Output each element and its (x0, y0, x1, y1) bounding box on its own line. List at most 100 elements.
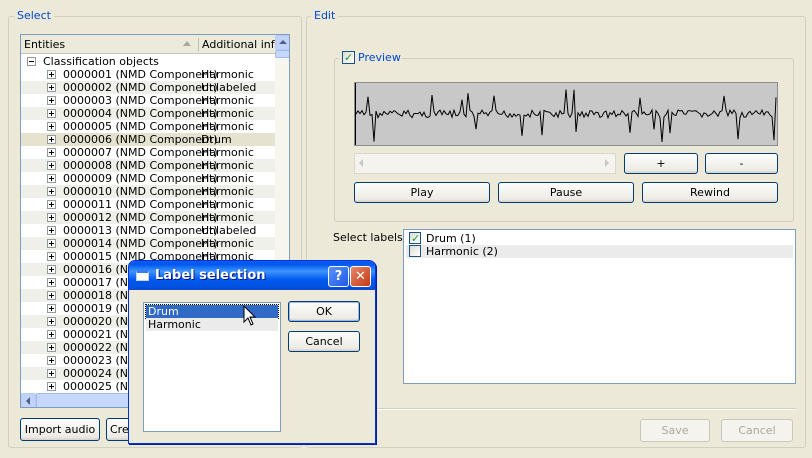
table-row[interactable]: 0000003 (NMD Component) Harmonic (21, 94, 275, 107)
row-additional-info: Unlabeled (201, 81, 257, 94)
row-entity-name: 0000002 (NMD Component) (63, 81, 218, 94)
label-harmonic-text: Harmonic (2) (426, 245, 498, 258)
plus-expander-icon[interactable] (47, 343, 56, 352)
zoom-out-button[interactable]: - (705, 153, 778, 174)
table-row[interactable]: 0000012 (NMD Component) Harmonic (21, 211, 275, 224)
column-header-entities[interactable]: Entities (21, 35, 197, 54)
table-row[interactable]: 0000005 (NMD Component) Harmonic (21, 120, 275, 133)
play-button[interactable]: Play (354, 182, 490, 203)
row-additional-info: Harmonic (201, 159, 254, 172)
plus-expander-icon[interactable] (47, 161, 56, 170)
select-group-title: Select (14, 9, 54, 22)
plus-expander-icon[interactable] (47, 109, 56, 118)
plus-expander-icon[interactable] (47, 83, 56, 92)
minus-expander-icon[interactable] (27, 57, 36, 66)
plus-expander-icon[interactable] (47, 200, 56, 209)
plus-expander-icon[interactable] (47, 252, 56, 261)
label-list[interactable]: Drum Harmonic (143, 302, 281, 432)
label-item-harmonic[interactable]: Harmonic (2) (406, 245, 793, 258)
scroll-right-icon (605, 159, 609, 167)
table-row[interactable]: 0000010 (NMD Component) Harmonic (21, 185, 275, 198)
column-header-additional-info[interactable]: Additional infor (199, 35, 275, 54)
scroll-left-icon (359, 159, 363, 167)
scroll-left-icon (26, 397, 30, 405)
plus-expander-icon[interactable] (47, 369, 56, 378)
label-harmonic-checkbox[interactable] (409, 245, 421, 257)
row-additional-info: Harmonic (201, 172, 254, 185)
label-selection-dialog[interactable]: Label selection ? ✕ Drum Harmonic OK Can… (128, 260, 376, 444)
waveform-scroll-right-button[interactable] (600, 154, 615, 173)
plus-expander-icon[interactable] (47, 226, 56, 235)
waveform-view[interactable] (354, 82, 778, 146)
plus-expander-icon[interactable] (47, 330, 56, 339)
waveform-scroll-left-button[interactable] (355, 154, 370, 173)
table-row[interactable]: 0000007 (NMD Component) Harmonic (21, 146, 275, 159)
plus-expander-icon[interactable] (47, 135, 56, 144)
scroll-up-button[interactable] (275, 35, 289, 50)
label-drum-checkbox[interactable]: ✓ (409, 232, 421, 245)
plus-expander-icon[interactable] (47, 317, 56, 326)
zoom-in-button[interactable]: + (624, 153, 698, 174)
labels-checklist[interactable]: ✓ Drum (1) Harmonic (2) (403, 229, 796, 384)
table-row[interactable]: 0000004 (NMD Component) Harmonic (21, 107, 275, 120)
table-row[interactable]: 0000002 (NMD Component) Unlabeled (21, 81, 275, 94)
row-entity-name: 0000012 (NMD Component) (63, 211, 218, 224)
waveform-plot (355, 83, 777, 145)
edit-separator (320, 408, 796, 410)
tree-root-row[interactable]: Classification objects (21, 55, 275, 68)
table-row[interactable]: 0000013 (NMD Component) Unlabeled (21, 224, 275, 237)
plus-expander-icon[interactable] (47, 122, 56, 131)
table-row[interactable]: 0000006 (NMD Component) Drum (21, 133, 275, 146)
tree-root-label: Classification objects (43, 55, 159, 68)
row-additional-info: Drum (201, 133, 232, 146)
row-additional-info: Harmonic (201, 211, 254, 224)
scroll-left-button[interactable] (21, 393, 36, 407)
table-row[interactable]: 0000014 (NMD Component) Harmonic (21, 237, 275, 250)
plus-expander-icon[interactable] (47, 291, 56, 300)
plus-expander-icon[interactable] (47, 187, 56, 196)
waveform-line (355, 89, 777, 142)
plus-expander-icon[interactable] (47, 96, 56, 105)
dialog-title: Label selection (155, 268, 266, 283)
plus-expander-icon[interactable] (47, 356, 56, 365)
plus-expander-icon[interactable] (47, 148, 56, 157)
dialog-cancel-button[interactable]: Cancel (288, 331, 360, 352)
preview-label: Preview (358, 51, 401, 64)
dialog-ok-button[interactable]: OK (288, 301, 360, 322)
table-row[interactable]: 0000008 (NMD Component) Harmonic (21, 159, 275, 172)
plus-expander-icon[interactable] (47, 382, 56, 391)
plus-expander-icon[interactable] (47, 70, 56, 79)
row-entity-name: 0000013 (NMD Component) (63, 224, 218, 237)
plus-expander-icon[interactable] (47, 213, 56, 222)
plus-expander-icon[interactable] (47, 265, 56, 274)
label-list-item-harmonic[interactable]: Harmonic (146, 318, 278, 331)
table-row[interactable]: 0000011 (NMD Component) Harmonic (21, 198, 275, 211)
rewind-button[interactable]: Rewind (642, 182, 778, 203)
help-button[interactable]: ? (328, 266, 349, 287)
table-row[interactable]: 0000001 (NMD Component) Harmonic (21, 68, 275, 81)
plus-expander-icon[interactable] (47, 278, 56, 287)
pause-button[interactable]: Pause (498, 182, 634, 203)
close-button[interactable]: ✕ (350, 266, 371, 287)
row-additional-info: Harmonic (201, 185, 254, 198)
row-additional-info: Harmonic (201, 94, 254, 107)
preview-checkbox[interactable]: ✓ (342, 51, 355, 64)
cancel-button[interactable]: Cancel (721, 419, 793, 442)
row-entity-name: 0000003 (NMD Component) (63, 94, 218, 107)
waveform-horizontal-scrollbar[interactable] (354, 153, 616, 174)
plus-expander-icon[interactable] (47, 304, 56, 313)
plus-expander-icon[interactable] (47, 239, 56, 248)
import-audio-button[interactable]: Import audio (20, 418, 100, 441)
table-row[interactable]: 0000009 (NMD Component) Harmonic (21, 172, 275, 185)
window-icon (136, 270, 149, 281)
select-labels-caption: Select labels: (333, 231, 407, 244)
row-additional-info: Harmonic (201, 120, 254, 133)
save-button[interactable]: Save (640, 419, 710, 442)
scroll-thumb[interactable] (275, 50, 289, 58)
row-entity-name: 0000011 (NMD Component) (63, 198, 218, 211)
row-additional-info: Harmonic (201, 68, 254, 81)
label-list-item-drum[interactable]: Drum (145, 304, 279, 319)
dialog-title-bar[interactable]: Label selection ? ✕ (129, 261, 375, 290)
plus-expander-icon[interactable] (47, 174, 56, 183)
label-item-drum[interactable]: ✓ Drum (1) (406, 232, 793, 245)
